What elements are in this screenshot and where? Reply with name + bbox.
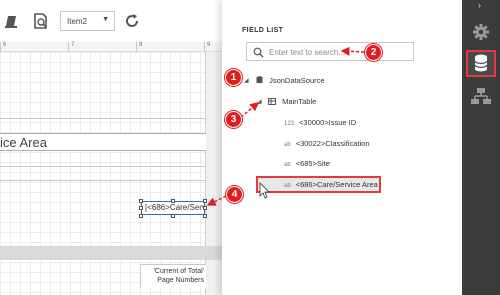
resize-handle[interactable] [171,214,175,218]
chevron-right-icon[interactable]: › [478,0,481,10]
right-sidebar: › [462,0,500,295]
field-list-panel: FIELD LIST ◢ JsonDataSource ◢ MainTable … [222,0,462,295]
callout-badge-3: 3 [225,111,242,128]
service-area-text: ice Area [0,135,47,150]
callout-badge-2: 2 [365,44,382,61]
band-divider [0,118,206,119]
table-icon [268,98,276,105]
resize-handle[interactable] [203,199,207,203]
string-type-icon: ab [284,162,291,168]
report-icon[interactable] [4,12,22,30]
resize-handle[interactable] [139,206,143,210]
resize-handle[interactable] [203,206,207,210]
field-list-tab-button[interactable] [466,50,496,77]
tree-item-table[interactable]: ◢ MainTable [257,95,317,109]
table-label: MainTable [282,97,317,106]
report-designer: Item2 ▼ 6 7 8 9 ice Area [<686>Care/Serv… [0,0,222,295]
service-area-label[interactable]: ice Area [0,133,206,151]
resize-handle[interactable] [139,214,143,218]
band-header-strip[interactable] [0,246,222,260]
ruler-number: 8 [139,42,143,48]
page-number-control[interactable]: 'Current of Total' Page Numbers [140,264,206,288]
band-divider [0,180,206,181]
search-box[interactable] [246,42,414,61]
ruler-number: 6 [3,42,7,48]
callout-badge-1: 1 [225,69,242,86]
page-number-line2: Page Numbers [157,277,204,284]
report-explorer-tab-button[interactable] [466,82,496,110]
search-icon [253,47,264,58]
database-icon [474,54,488,72]
number-type-icon: 123 [284,121,295,127]
tree-item-field[interactable]: ab <30022>Classification [284,137,370,151]
ruler-number: 7 [71,42,75,48]
field-label: <30022>Classification [295,139,370,148]
search-input[interactable] [269,45,409,59]
chevron-down-icon: ▼ [102,16,109,23]
collapse-arrow-icon[interactable]: ◢ [244,74,249,88]
designer-toolbar: Item2 ▼ [0,0,222,42]
properties-tab-button[interactable] [466,18,496,46]
string-type-icon: ab [284,183,291,189]
datasource-label: JsonDataSource [269,76,325,85]
tree-item-field-selected[interactable]: ab <686>Care/Service Area [284,178,378,192]
sidebar-top: › [462,0,500,12]
item-combobox-value: Item2 [67,17,88,26]
collapse-arrow-icon[interactable]: ◢ [257,95,262,109]
item-combobox[interactable]: Item2 ▼ [60,11,115,31]
tree-item-field[interactable]: ab <685>Site [284,157,330,171]
resize-handle[interactable] [171,199,175,203]
selected-field-control[interactable]: [<686>Care/Serv [141,201,205,215]
band-divider [0,166,206,167]
selected-field-text: [<686>Care/Serv [145,203,205,212]
ruler-number: 9 [207,42,211,48]
field-label: <30000>Issue ID [299,118,357,127]
refresh-icon[interactable] [123,12,141,30]
database-icon [256,76,263,83]
resize-handle[interactable] [139,199,143,203]
tree-item-field[interactable]: 123 <30000>Issue ID [284,116,356,130]
string-type-icon: ab [284,142,291,148]
preview-icon[interactable] [32,12,50,30]
horizontal-ruler: 6 7 8 9 [0,42,222,52]
page-number-line1: 'Current of Total' [153,268,204,275]
gear-icon [473,24,489,40]
resize-handle[interactable] [203,214,207,218]
callout-badge-4: 4 [226,186,243,203]
field-label: <686>Care/Service Area [295,180,378,189]
field-label: <685>Site [295,159,330,168]
panel-title: FIELD LIST [242,27,284,34]
tree-item-datasource[interactable]: ◢ JsonDataSource [244,74,325,88]
hierarchy-icon [471,88,491,104]
